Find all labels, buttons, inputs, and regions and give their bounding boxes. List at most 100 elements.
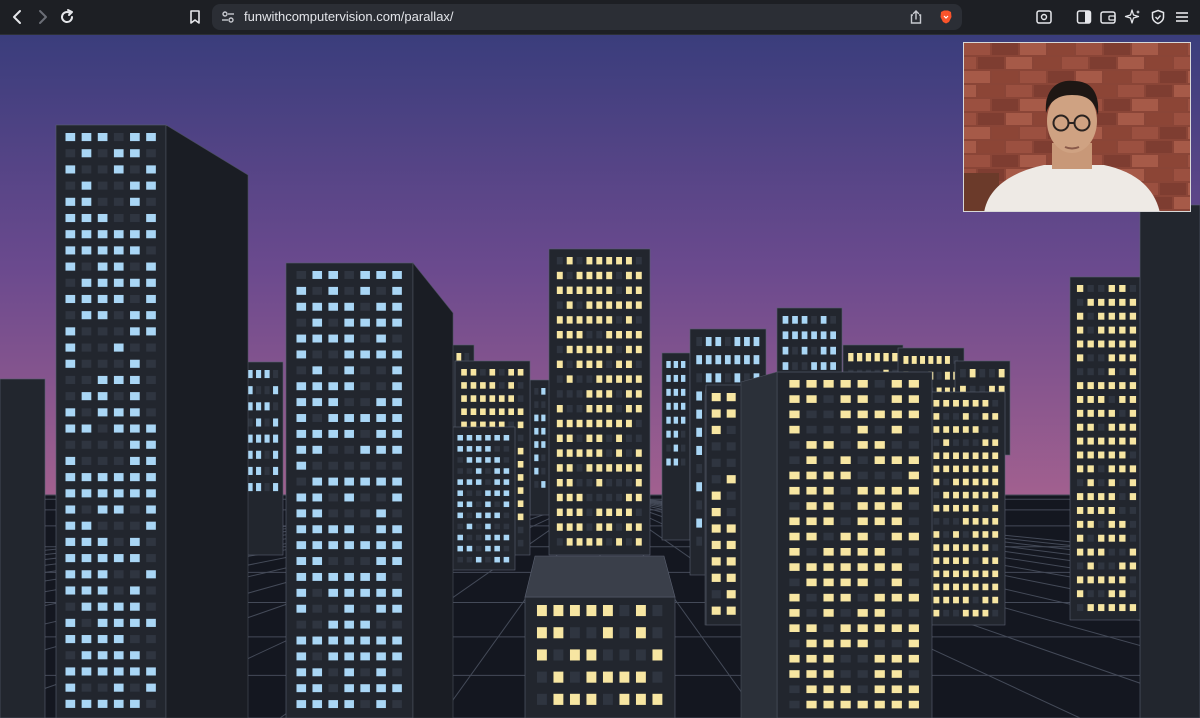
building-window	[857, 380, 868, 388]
building-window	[576, 390, 583, 398]
building-window	[830, 346, 837, 355]
building-window	[81, 651, 92, 660]
building-window	[606, 523, 613, 531]
building-window	[820, 331, 827, 340]
building-window	[840, 670, 851, 678]
building-window	[602, 693, 613, 705]
building-window	[360, 366, 370, 375]
building-window	[806, 563, 817, 571]
building-window	[586, 375, 593, 383]
building-window	[576, 286, 583, 294]
building-window	[1108, 520, 1115, 528]
brick	[1104, 155, 1130, 167]
building-window	[962, 426, 969, 433]
building-window	[586, 331, 593, 339]
site-settings-icon	[222, 11, 234, 23]
building-window	[130, 586, 140, 595]
site-settings-button[interactable]	[216, 5, 240, 29]
building-window	[972, 439, 979, 446]
building-window	[494, 556, 500, 563]
building-window	[586, 405, 593, 413]
building-window	[726, 606, 736, 615]
vpn-button[interactable]	[1146, 5, 1170, 29]
building-window	[962, 439, 969, 446]
leo-ai-button[interactable]	[1121, 5, 1145, 29]
building-window	[933, 583, 940, 591]
building-window	[586, 434, 593, 442]
building-window	[606, 449, 613, 457]
building-window	[130, 230, 140, 239]
building-window	[711, 442, 721, 451]
building-window	[908, 670, 919, 678]
url-text[interactable]: funwithcomputervision.com/parallax/	[244, 4, 454, 30]
building-window	[891, 685, 902, 694]
building-window	[625, 419, 632, 428]
building-window	[264, 450, 270, 459]
building-window	[606, 271, 613, 280]
building-window	[328, 700, 339, 709]
reload-button[interactable]	[55, 5, 79, 29]
screenshot-button[interactable]	[1032, 5, 1056, 29]
building-window	[891, 471, 902, 480]
sidebar-button[interactable]	[1072, 5, 1096, 29]
share-button[interactable]	[904, 5, 928, 29]
back-button[interactable]	[6, 5, 30, 29]
building-window	[635, 508, 642, 516]
brave-lion-icon	[940, 10, 952, 24]
building-window	[972, 544, 979, 551]
building-window	[81, 213, 92, 223]
building-window	[1108, 354, 1115, 362]
web-page-viewport[interactable]	[0, 35, 1200, 718]
building-window	[256, 402, 262, 411]
building-window	[81, 197, 92, 206]
wallet-button[interactable]	[1096, 5, 1120, 29]
building-window	[517, 526, 524, 534]
bookmark-button[interactable]	[183, 5, 207, 29]
building-window	[146, 699, 156, 708]
building	[704, 384, 743, 626]
building-window	[376, 684, 386, 693]
building-window	[789, 578, 800, 587]
building-window	[857, 441, 868, 449]
building-window	[392, 302, 402, 311]
building	[548, 248, 651, 556]
building-window	[596, 434, 603, 442]
building-window	[113, 359, 124, 368]
building-window	[705, 373, 712, 383]
building-window	[344, 525, 354, 534]
building-window	[113, 311, 124, 320]
building-window	[541, 441, 546, 448]
address-bar[interactable]: funwithcomputervision.com/parallax/	[212, 4, 962, 30]
building-window	[65, 375, 76, 385]
building-window	[556, 493, 563, 502]
building-window	[466, 556, 473, 563]
forward-button[interactable]	[30, 5, 54, 29]
building-window	[586, 479, 593, 487]
building-window	[989, 369, 995, 378]
brick	[1104, 71, 1130, 83]
building-window	[81, 505, 92, 514]
building-window	[296, 700, 307, 709]
building-window	[566, 257, 573, 265]
building-window	[606, 493, 613, 502]
main-menu-button[interactable]	[1170, 5, 1194, 29]
brave-shields-button[interactable]	[934, 5, 958, 29]
building-window	[360, 557, 370, 566]
building-window	[874, 685, 885, 694]
building-window	[908, 456, 919, 464]
building	[451, 426, 516, 571]
building-window	[328, 541, 339, 550]
building-window	[726, 508, 736, 517]
building-window	[953, 439, 959, 446]
building-window	[566, 390, 573, 398]
building-window	[806, 441, 817, 449]
building-window	[97, 473, 108, 482]
building-window	[97, 570, 108, 579]
building-window	[1108, 604, 1115, 612]
building-window	[806, 395, 817, 403]
building-window	[146, 165, 156, 174]
building-window	[296, 557, 307, 566]
building-window	[1129, 507, 1137, 514]
building-window	[256, 466, 262, 475]
building-window	[130, 537, 140, 546]
